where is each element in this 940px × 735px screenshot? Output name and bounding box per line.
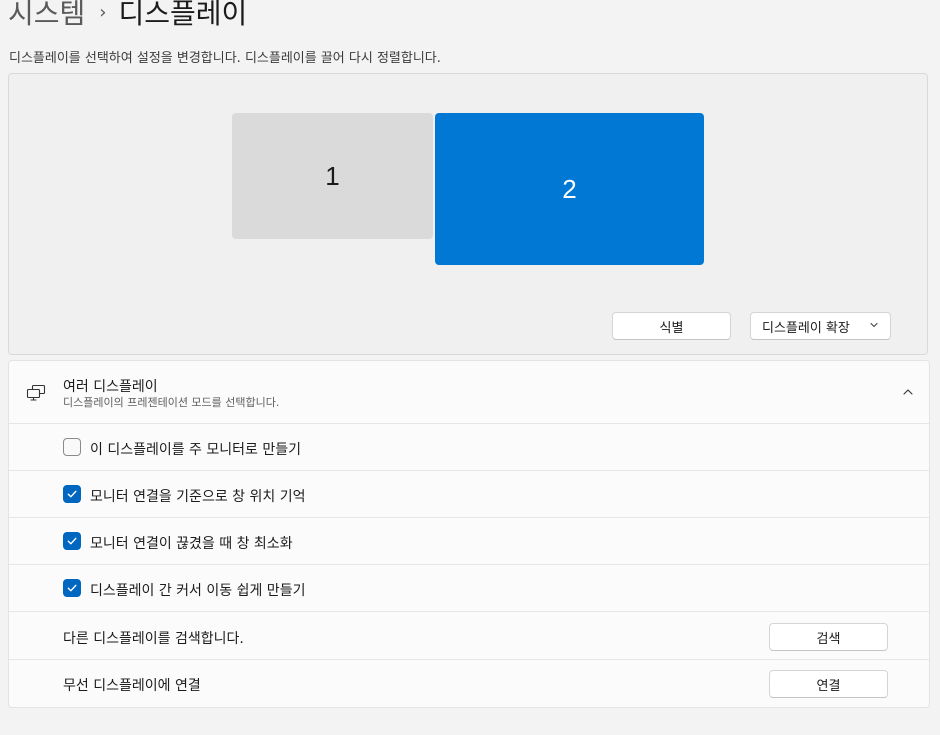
wireless-display-label: 무선 디스플레이에 연결 bbox=[63, 678, 201, 694]
detect-button-label: 검색 bbox=[816, 631, 841, 647]
identify-button[interactable]: 식별 bbox=[612, 312, 731, 340]
monitor-2-tile-selected[interactable]: 2 bbox=[435, 113, 704, 265]
display-mode-dropdown[interactable]: 디스플레이 확장 bbox=[750, 312, 891, 340]
main-display-label[interactable]: 이 디스플레이를 주 모니터로 만들기 bbox=[90, 439, 301, 459]
ease-cursor-label[interactable]: 디스플레이 간 커서 이동 쉽게 만들기 bbox=[90, 580, 305, 600]
remember-window-label[interactable]: 모니터 연결을 기준으로 창 위치 기억 bbox=[90, 486, 305, 506]
minimize-window-label[interactable]: 모니터 연결이 끊겼을 때 창 최소화 bbox=[90, 533, 293, 553]
identify-button-label: 식별 bbox=[659, 320, 684, 336]
checkmark-icon bbox=[67, 490, 77, 498]
detect-button[interactable]: 검색 bbox=[769, 623, 888, 651]
monitor-2-number: 2 bbox=[562, 173, 577, 204]
chevron-down-icon bbox=[870, 322, 878, 328]
breadcrumb: 시스템 › 디스플레이 bbox=[8, 0, 247, 34]
multiple-displays-subtitle: 디스플레이의 프레젠테이션 모드를 선택합니다. bbox=[63, 396, 280, 409]
checkmark-icon bbox=[67, 584, 77, 592]
chevron-right-icon: › bbox=[99, 2, 107, 23]
connect-button[interactable]: 연결 bbox=[769, 670, 888, 698]
checkmark-icon bbox=[67, 537, 77, 545]
detect-displays-label: 다른 디스플레이를 검색합니다. bbox=[63, 631, 244, 647]
option-row-ease-cursor: 디스플레이 간 커서 이동 쉽게 만들기 bbox=[9, 565, 929, 612]
ease-cursor-checkbox[interactable] bbox=[63, 579, 81, 597]
multiple-displays-title: 여러 디스플레이 bbox=[63, 379, 158, 395]
remember-window-checkbox[interactable] bbox=[63, 485, 81, 503]
multiple-displays-header[interactable]: 여러 디스플레이 디스플레이의 프레젠테이션 모드를 선택합니다. bbox=[9, 361, 929, 424]
display-arrangement-panel: 1 2 식별 디스플레이 확장 bbox=[8, 73, 928, 355]
option-row-main-display: 이 디스플레이를 주 모니터로 만들기 bbox=[9, 424, 929, 471]
monitor-1-tile[interactable]: 1 bbox=[232, 113, 433, 239]
wireless-display-row: 무선 디스플레이에 연결 연결 bbox=[9, 660, 929, 707]
arrange-instruction: 디스플레이를 선택하여 설정을 변경합니다. 디스플레이를 끌어 다시 정렬합니… bbox=[9, 51, 441, 66]
monitor-1-number: 1 bbox=[325, 160, 340, 191]
display-mode-value: 디스플레이 확장 bbox=[762, 320, 850, 336]
multiple-displays-card: 여러 디스플레이 디스플레이의 프레젠테이션 모드를 선택합니다. 이 디스플레… bbox=[8, 360, 930, 708]
option-row-minimize-window: 모니터 연결이 끊겼을 때 창 최소화 bbox=[9, 518, 929, 565]
page-title: 디스플레이 bbox=[118, 0, 248, 30]
detect-displays-row: 다른 디스플레이를 검색합니다. 검색 bbox=[9, 613, 929, 660]
multiple-displays-icon bbox=[26, 384, 46, 401]
breadcrumb-parent-system[interactable]: 시스템 bbox=[8, 0, 85, 34]
minimize-window-checkbox[interactable] bbox=[63, 532, 81, 550]
chevron-up-icon[interactable] bbox=[902, 387, 914, 397]
main-display-checkbox[interactable] bbox=[63, 438, 81, 456]
connect-button-label: 연결 bbox=[816, 678, 841, 694]
option-row-remember-window: 모니터 연결을 기준으로 창 위치 기억 bbox=[9, 471, 929, 518]
